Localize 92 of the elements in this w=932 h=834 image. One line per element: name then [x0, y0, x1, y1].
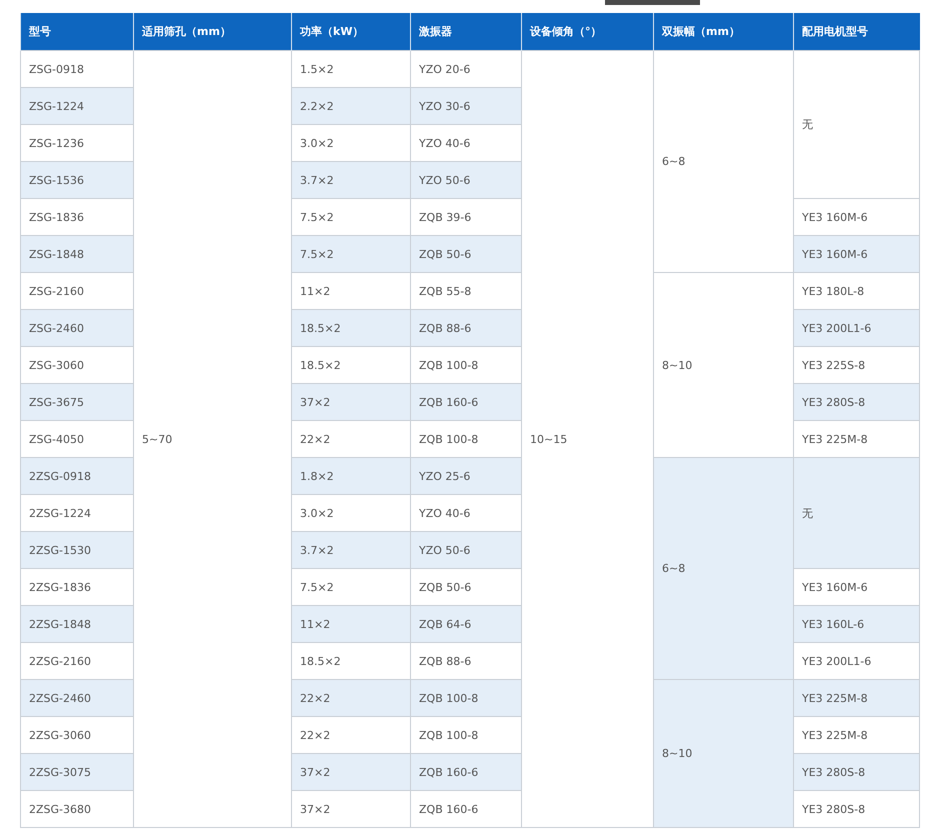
table-cell: 3.7×2 [292, 162, 410, 198]
table-cell: YE3 225M-8 [794, 716, 920, 754]
table-cell: YZO 25-6 [410, 458, 522, 494]
table-cell: YZO 50-6 [410, 162, 522, 198]
table-cell: 2ZSG-3060 [20, 716, 134, 754]
table-cell: YZO 40-6 [410, 124, 522, 162]
table-cell: ZQB 88-6 [410, 642, 522, 680]
table-cell: YE3 225M-8 [794, 420, 920, 458]
table-cell: 8~10 [654, 680, 794, 828]
table-cell: ZSG-4050 [20, 420, 134, 458]
table-cell: 22×2 [292, 680, 410, 716]
table-cell: YE3 160M-6 [794, 198, 920, 236]
table-cell: ZQB 50-6 [410, 568, 522, 606]
table-cell: YE3 200L1-6 [794, 310, 920, 346]
table-cell: 22×2 [292, 716, 410, 754]
table-cell: ZQB 160-6 [410, 754, 522, 790]
table-cell: 18.5×2 [292, 642, 410, 680]
table-cell: 2ZSG-0918 [20, 458, 134, 494]
table-cell: ZQB 160-6 [410, 790, 522, 828]
table-cell: ZSG-1536 [20, 162, 134, 198]
table-cell: YE3 280S-8 [794, 790, 920, 828]
table-cell: YE3 280S-8 [794, 384, 920, 420]
table-cell: 37×2 [292, 384, 410, 420]
table-cell: ZQB 100-8 [410, 346, 522, 384]
table-cell: 2ZSG-1224 [20, 494, 134, 532]
table-cell: ZSG-1848 [20, 236, 134, 272]
table-cell: ZQB 88-6 [410, 310, 522, 346]
table-cell: YE3 200L1-6 [794, 642, 920, 680]
header-cell: 配用电机型号 [794, 13, 920, 50]
table-cell: 2ZSG-3075 [20, 754, 134, 790]
table-cell: 6~8 [654, 458, 794, 680]
table-cell: ZQB 160-6 [410, 384, 522, 420]
table-cell: ZQB 100-8 [410, 680, 522, 716]
table-cell: 7.5×2 [292, 236, 410, 272]
header-cell: 设备倾角（°） [522, 13, 654, 50]
table-cell: YE3 160L-6 [794, 606, 920, 642]
table-cell: YZO 20-6 [410, 50, 522, 88]
table-cell: ZQB 39-6 [410, 198, 522, 236]
table-cell: ZSG-1236 [20, 124, 134, 162]
table-cell: 7.5×2 [292, 568, 410, 606]
table-cell: 22×2 [292, 420, 410, 458]
table-cell: YE3 280S-8 [794, 754, 920, 790]
table-cell: 37×2 [292, 754, 410, 790]
table-cell: 3.0×2 [292, 124, 410, 162]
table-cell: YE3 225M-8 [794, 680, 920, 716]
table-cell: ZSG-1224 [20, 88, 134, 124]
table-cell: ZSG-2460 [20, 310, 134, 346]
header-cell: 双振幅（mm） [654, 13, 794, 50]
table-cell: YZO 40-6 [410, 494, 522, 532]
table-cell: 6~8 [654, 50, 794, 272]
table-cell: 2ZSG-2160 [20, 642, 134, 680]
table-cell: 7.5×2 [292, 198, 410, 236]
table-cell: YZO 30-6 [410, 88, 522, 124]
header-cell: 激振器 [410, 13, 522, 50]
table-cell: ZSG-3060 [20, 346, 134, 384]
table-cell: 2ZSG-3680 [20, 790, 134, 828]
table-cell: 3.0×2 [292, 494, 410, 532]
table-cell: 1.8×2 [292, 458, 410, 494]
header-cell: 功率（kW） [292, 13, 410, 50]
table-cell: ZSG-2160 [20, 272, 134, 310]
table-cell: ZQB 55-8 [410, 272, 522, 310]
table-cell: 2ZSG-2460 [20, 680, 134, 716]
table-cell: 2ZSG-1836 [20, 568, 134, 606]
table-cell: 8~10 [654, 272, 794, 458]
table-cell: 37×2 [292, 790, 410, 828]
table-cell: 10~15 [522, 50, 654, 828]
table-cell: 3.7×2 [292, 532, 410, 568]
table-cell: ZQB 50-6 [410, 236, 522, 272]
table-cell: YE3 180L-8 [794, 272, 920, 310]
table-cell: ZSG-1836 [20, 198, 134, 236]
header-cell: 型号 [20, 13, 134, 50]
table-cell: 无 [794, 50, 920, 198]
table-cell: 18.5×2 [292, 310, 410, 346]
table-cell: 5~70 [134, 50, 292, 828]
table-cell: YE3 160M-6 [794, 236, 920, 272]
table-cell: ZQB 100-8 [410, 420, 522, 458]
table-cell: YZO 50-6 [410, 532, 522, 568]
header-cell: 适用筛孔（mm） [134, 13, 292, 50]
table-cell: 无 [794, 458, 920, 568]
table-cell: ZQB 64-6 [410, 606, 522, 642]
table-cell: 2ZSG-1530 [20, 532, 134, 568]
table-cell: ZQB 100-8 [410, 716, 522, 754]
table-cell: ZSG-0918 [20, 50, 134, 88]
table-cell: 11×2 [292, 272, 410, 310]
table-cell: YE3 160M-6 [794, 568, 920, 606]
table-cell: 2.2×2 [292, 88, 410, 124]
table-cell: ZSG-3675 [20, 384, 134, 420]
table-cell: YE3 225S-8 [794, 346, 920, 384]
table-cell: 11×2 [292, 606, 410, 642]
table-cell: 2ZSG-1848 [20, 606, 134, 642]
table-cell: 18.5×2 [292, 346, 410, 384]
table-cell: 1.5×2 [292, 50, 410, 88]
